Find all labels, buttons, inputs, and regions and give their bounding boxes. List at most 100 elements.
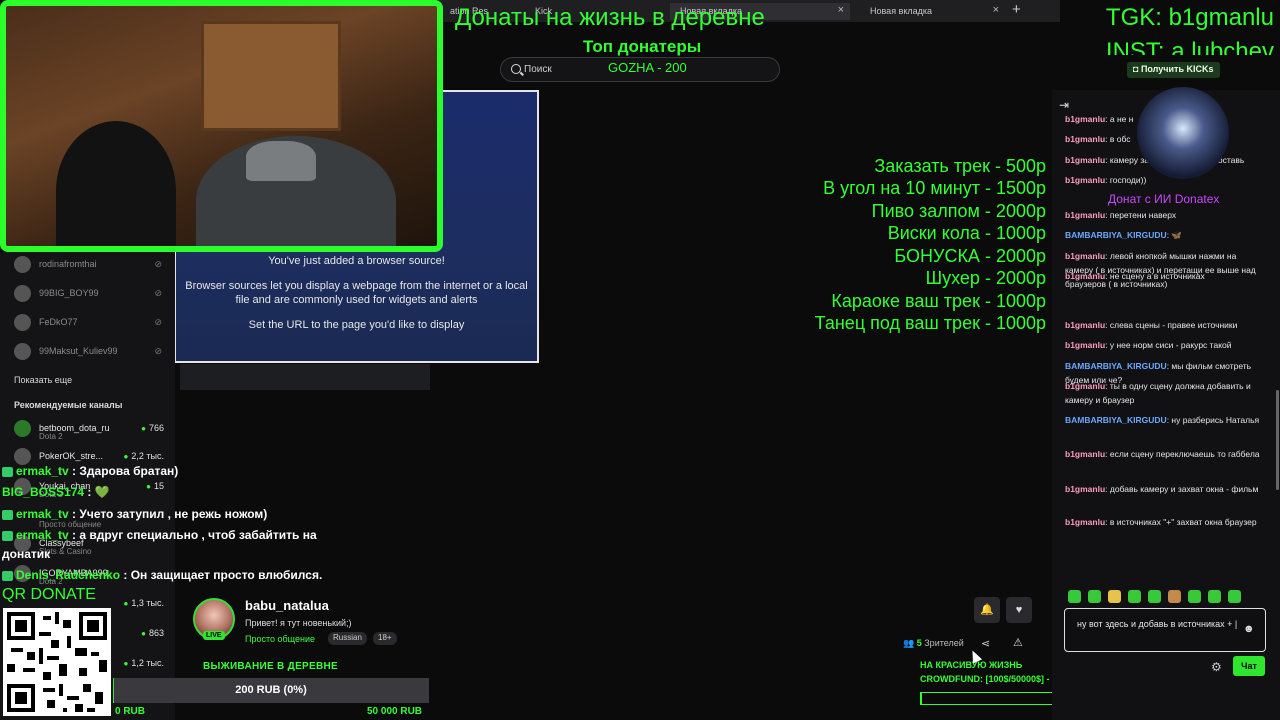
chat-username[interactable]: b1gmanlu [1065, 114, 1105, 124]
webcam-overlay [0, 0, 443, 252]
emote-icon[interactable] [1148, 590, 1161, 603]
chat-username[interactable]: b1gmanlu [1065, 517, 1105, 527]
offline-icon: ⊘ [154, 288, 162, 298]
chat-username[interactable]: b1gmanlu [1065, 271, 1105, 281]
overlay-tgk: TGK: b1gmanlu [1105, 4, 1274, 31]
chat-username[interactable]: b1gmanlu [1065, 484, 1105, 494]
emote-icon[interactable] [1088, 590, 1101, 603]
chat-username[interactable]: b1gmanlu [1065, 155, 1105, 165]
chat-username[interactable]: b1gmanlu [1065, 251, 1105, 261]
streamer-name[interactable]: babu_natalua [245, 598, 329, 613]
chat-message: b1gmanlu: не сцену а в источниках [1065, 269, 1263, 283]
donation-goal-max: 50 000 RUB [367, 706, 423, 717]
heart-icon[interactable]: ♥ [1006, 597, 1032, 623]
kick-icon: ◘ [1133, 64, 1141, 74]
chat-username[interactable]: b1gmanlu [1065, 340, 1105, 350]
chat-input[interactable]: ну вот здесь и добавь в источниках + | [1064, 608, 1266, 652]
bell-icon[interactable]: 🔔 [974, 597, 1000, 623]
channel-name: 99Maksut_Kuliev99 [39, 346, 118, 356]
tag-age[interactable]: 18+ [373, 632, 397, 645]
viewer-label: Зрителей [924, 638, 964, 648]
price-item: Шухер - 2000р [925, 268, 1046, 288]
collapse-chat-icon[interactable]: ⇥ [1059, 98, 1069, 112]
sidebar-channel[interactable]: betboom_dota_ruDota 2766 [14, 420, 164, 444]
emote-icon[interactable] [1068, 590, 1081, 603]
vtuber-avatar [1137, 87, 1229, 179]
report-icon[interactable]: ⚠ [1013, 636, 1023, 649]
sidebar-channel[interactable]: 99Maksut_Kuliev99 ⊘ [14, 343, 164, 361]
avatar [14, 256, 31, 273]
top-donor: GOZHA - 200 [608, 60, 687, 75]
chat-username[interactable]: b1gmanlu [1065, 134, 1105, 144]
chat-text: : у нее норм сиси - ракурс такой [1105, 340, 1232, 350]
qr-code [3, 608, 111, 716]
emote-icon[interactable] [1228, 590, 1241, 603]
chat-message: b1gmanlu: у нее норм сиси - ракурс такой [1065, 338, 1263, 352]
donation-goal-bar: 200 RUB (0%) [113, 678, 429, 703]
chat-user: ermak_tv [16, 464, 69, 478]
overlay-chat-line: донатик [2, 547, 50, 561]
donatex-label: Донат с ИИ Donatex [1108, 192, 1220, 206]
gear-icon[interactable]: ⚙ [1211, 660, 1222, 674]
chat-username[interactable]: b1gmanlu [1065, 320, 1105, 330]
users-icon: 👥 [903, 638, 917, 648]
offline-icon: ⊘ [154, 259, 162, 269]
price-item: Виски кола - 1000р [887, 223, 1046, 243]
overlay-title: Донаты на жизнь в деревне [455, 4, 765, 31]
channel-name: FeDkO77 [39, 317, 78, 327]
goal-label: ВЫЖИВАНИЕ В ДЕРЕВНЕ [203, 661, 338, 672]
chat-username[interactable]: b1gmanlu [1065, 381, 1105, 391]
offline-icon: ⊘ [154, 317, 162, 327]
search-placeholder: Поиск [524, 64, 552, 75]
price-item: Караоке ваш трек - 1000р [831, 291, 1046, 311]
chat-username[interactable]: b1gmanlu [1065, 210, 1105, 220]
chat-send-button[interactable]: Чат [1233, 656, 1265, 676]
show-more-link[interactable]: Показать еще [14, 375, 72, 385]
tab-label: Новая вкладка [870, 6, 933, 16]
chat-text: : в обс [1105, 134, 1131, 144]
sidebar-channel[interactable]: 99BIG_BOY99 ⊘ [14, 285, 164, 303]
chat-text: : Здарова братан) [68, 464, 179, 478]
browser-tab[interactable]: Новая вкладка × [860, 3, 1005, 20]
emote-icon[interactable] [1108, 590, 1121, 603]
chat-username[interactable]: BAMBARBIYA_KIRGUDU [1065, 230, 1167, 240]
qr-label: QR DONATE [2, 586, 96, 603]
overlay-chat-line: ermak_tv : Учето затупил , не режь ножом… [2, 507, 267, 521]
chat-badge-icon [2, 530, 13, 541]
sidebar-channel[interactable]: FeDkO77 ⊘ [14, 314, 164, 332]
emote-icon[interactable] [1128, 590, 1141, 603]
plus-icon[interactable]: + [1012, 1, 1021, 18]
overlay-chat-line: ermak_tv : Здарова братан) [2, 464, 178, 478]
chat-badge-icon [2, 509, 13, 520]
chat-user: Denis_Radchenko [16, 568, 121, 582]
chat-badge-icon [2, 570, 13, 581]
chat-username[interactable]: b1gmanlu [1065, 175, 1105, 185]
emoji-icon[interactable]: ☻ [1243, 623, 1255, 635]
emote-icon[interactable] [1208, 590, 1221, 603]
channel-name: 99BIG_BOY99 [39, 288, 99, 298]
close-icon[interactable]: × [993, 4, 999, 16]
get-kicks-button[interactable]: ◘ Получить KICKs [1127, 62, 1220, 78]
overlay-chat-line: BIG_BOSS174 : 💚 [2, 485, 110, 499]
tag-language[interactable]: Russian [328, 632, 367, 645]
viewer-count: 863 [141, 628, 164, 638]
blurred-thumbnail [180, 364, 430, 390]
sidebar-channel[interactable]: rodinafromthai ⊘ [14, 256, 164, 274]
chat-text: : добавь камеру и захват окна - фильм [1105, 484, 1259, 494]
close-icon[interactable]: × [838, 4, 844, 16]
chat-username[interactable]: b1gmanlu [1065, 449, 1105, 459]
chat-username[interactable]: BAMBARBIYA_KIRGUDU [1065, 361, 1167, 371]
chat-scrollbar[interactable] [1276, 390, 1279, 490]
chat-username[interactable]: BAMBARBIYA_KIRGUDU [1065, 415, 1167, 425]
price-item: БОНУСКА - 2000р [894, 246, 1046, 266]
emote-icon[interactable] [1188, 590, 1201, 603]
stream-category[interactable]: Просто общение [245, 634, 315, 644]
chat-text: : если сцену переключаешь то габбела [1105, 449, 1260, 459]
viewer-number: 5 [916, 638, 922, 648]
viewer-count: 👥 5 Зрителей [903, 638, 964, 649]
overlay-chat-line: ermak_tv : а вдруг специально , чтоб заб… [2, 528, 317, 542]
person-left [56, 121, 176, 246]
avatar [14, 285, 31, 302]
share-icon[interactable]: ⋖ [981, 637, 990, 650]
emote-icon[interactable] [1168, 590, 1181, 603]
